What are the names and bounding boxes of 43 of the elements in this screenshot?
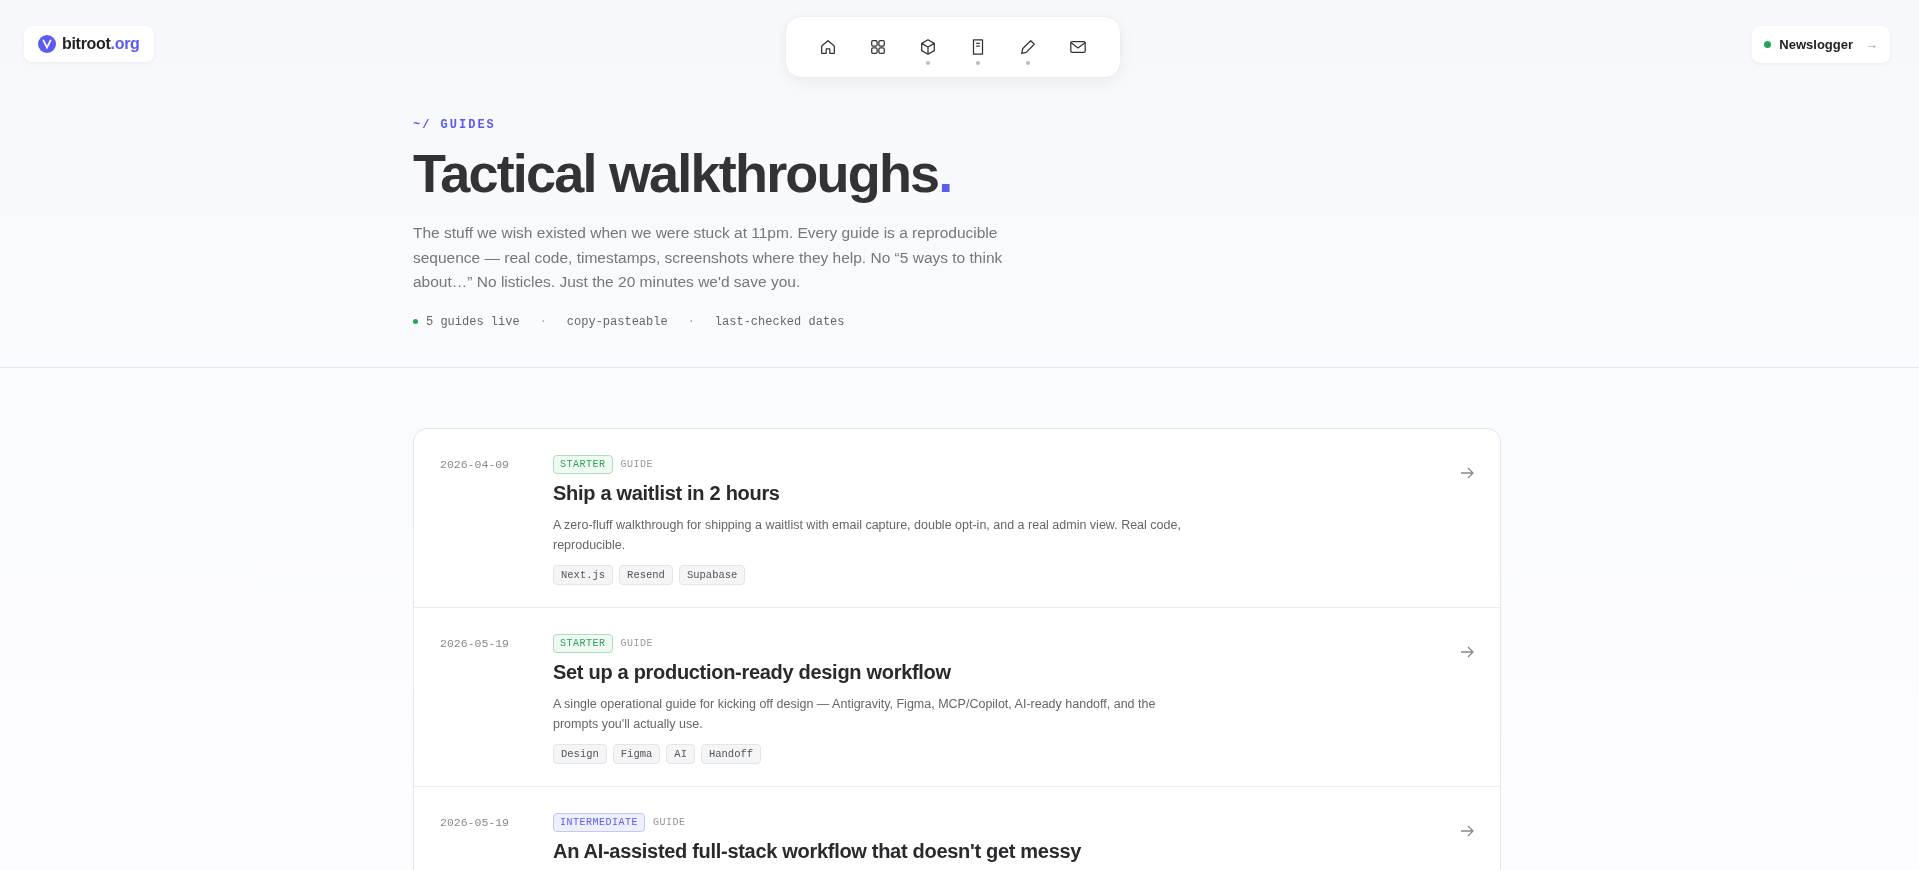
guide-date: 2026-04-09 — [440, 457, 510, 473]
pencil-icon — [1018, 38, 1037, 56]
guide-date: 2026-05-19 — [440, 636, 510, 652]
meta-item: 5 guides live — [426, 314, 520, 329]
tech-tag: Design — [553, 744, 607, 764]
type-label: GUIDE — [653, 817, 686, 828]
tech-tag: AI — [666, 744, 695, 764]
site-logo[interactable]: bitroot.org — [24, 26, 154, 62]
page-description: The stuff we wish existed when we were stuck at 11pm. Every guide is a reproducible sequence — real code, timestamps, screenshots where they help. No “5 ways to think about…” No listicles. Just the 20 minutes we'd save you. — [413, 223, 1004, 293]
guide-title: Ship a waitlist in 2 hours — [553, 482, 781, 505]
separator-dot: · — [539, 314, 547, 329]
grid-icon — [868, 38, 887, 56]
section-eyebrow: ~/ GUIDES — [413, 118, 497, 132]
level-badge: STARTER — [553, 455, 613, 474]
guide-title: An AI-assisted full-stack workflow that doesn't get messy — [553, 840, 1083, 863]
tech-tag: Resend — [619, 565, 673, 585]
meta-item: last-checked dates — [714, 314, 845, 329]
status-dot — [413, 319, 418, 325]
level-badge: STARTER — [553, 634, 613, 653]
separator-dot: · — [687, 314, 695, 329]
tech-tag: Figma — [612, 744, 661, 764]
tech-tag: Next.js — [553, 565, 614, 585]
type-label: GUIDE — [620, 459, 654, 470]
newsletter-button[interactable]: Newslogger → — [1752, 26, 1890, 63]
guide-card[interactable]: 2026-05-19 INTERMEDIATE GUIDE An AI-assisted full-stack workflow that doesn't get messy — [414, 787, 1500, 870]
guide-description: A single operational guide for kicking off design — Antigravity, Figma, MCP/Copilot, AI-ready handoff, and the prompts you'll actually use. — [553, 696, 1157, 733]
meta-item: copy-pasteable — [566, 314, 668, 329]
home-icon — [818, 38, 837, 56]
mail-icon — [1068, 38, 1087, 56]
cube-icon — [918, 38, 937, 56]
tech-tag: Handoff — [700, 744, 762, 764]
page-title: Tactical walkthroughs. — [413, 144, 953, 204]
arrow-right-icon — [1460, 467, 1474, 479]
logo-icon — [38, 35, 56, 53]
guide-date: 2026-05-19 — [440, 815, 510, 831]
arrow-right-icon — [1460, 825, 1474, 837]
tech-tag: Supabase — [678, 565, 746, 585]
level-badge: INTERMEDIATE — [553, 813, 645, 832]
type-label: GUIDE — [620, 638, 654, 649]
guide-description: A zero-fluff walkthrough for shipping a waitlist with email capture, double opt-in, and a real admin view. Real code, reproducible. — [553, 517, 1182, 554]
logo-text: bitroot.org — [62, 35, 140, 53]
arrow-right-icon — [1460, 646, 1474, 658]
guide-title: Set up a production-ready design workflow — [553, 661, 952, 684]
